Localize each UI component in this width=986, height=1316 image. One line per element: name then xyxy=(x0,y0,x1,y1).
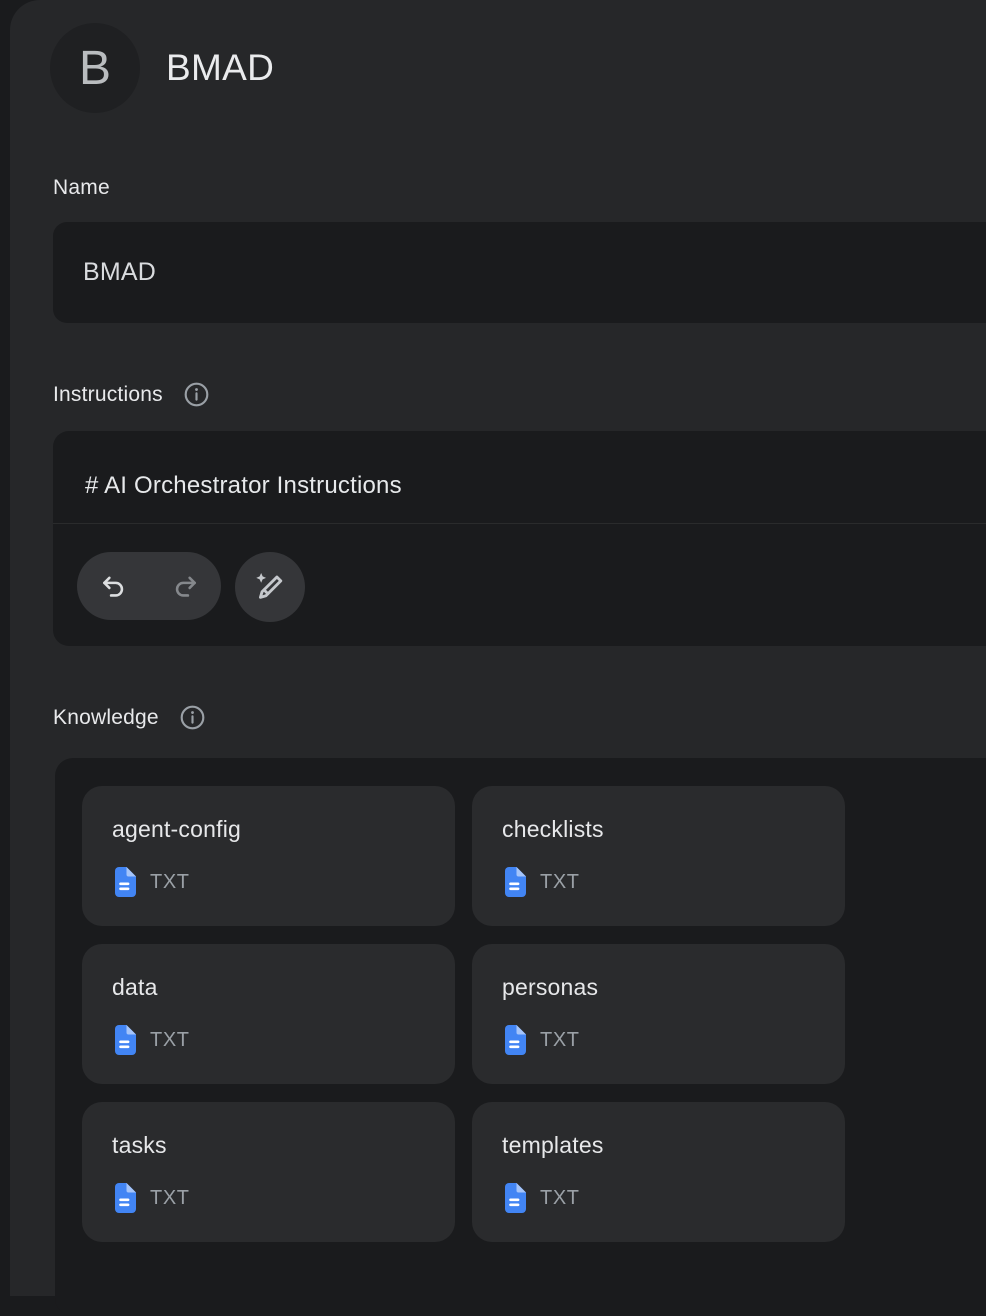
instructions-section-header: Instructions xyxy=(53,381,210,408)
file-type-badge: TXT xyxy=(150,1029,190,1052)
file-name: checklists xyxy=(502,814,825,844)
undo-icon xyxy=(99,572,128,601)
info-icon[interactable] xyxy=(183,381,210,408)
file-type-badge: TXT xyxy=(150,1187,190,1210)
file-name: data xyxy=(112,972,435,1002)
redo-icon xyxy=(171,572,200,601)
knowledge-file-card[interactable]: templates TXT xyxy=(472,1102,845,1242)
knowledge-files-panel: agent-config TXT checklists xyxy=(55,758,986,1316)
instructions-label: Instructions xyxy=(53,383,163,407)
name-input[interactable] xyxy=(53,222,986,323)
name-section-header: Name xyxy=(53,176,110,200)
magic-rewrite-icon xyxy=(252,569,288,605)
knowledge-section-header: Knowledge xyxy=(53,704,206,731)
file-type-badge: TXT xyxy=(150,871,190,894)
knowledge-file-card[interactable]: checklists TXT xyxy=(472,786,845,926)
instructions-content[interactable]: # AI Orchestrator Instructions xyxy=(85,471,976,501)
knowledge-file-card[interactable]: data TXT xyxy=(82,944,455,1084)
file-name: personas xyxy=(502,972,825,1002)
knowledge-file-card[interactable]: tasks TXT xyxy=(82,1102,455,1242)
editor-toolbar xyxy=(53,523,986,646)
file-type-badge: TXT xyxy=(540,871,580,894)
rewrite-button[interactable] xyxy=(235,552,305,622)
file-name: tasks xyxy=(112,1130,435,1160)
text-file-icon xyxy=(502,1183,526,1213)
text-file-icon xyxy=(502,1025,526,1055)
name-label: Name xyxy=(53,176,110,200)
undo-redo-group xyxy=(77,552,221,620)
knowledge-file-card[interactable]: agent-config TXT xyxy=(82,786,455,926)
file-type-badge: TXT xyxy=(540,1187,580,1210)
file-type-badge: TXT xyxy=(540,1029,580,1052)
text-file-icon xyxy=(502,867,526,897)
header: B BMAD xyxy=(50,23,274,113)
text-file-icon xyxy=(112,1025,136,1055)
text-file-icon xyxy=(112,867,136,897)
undo-button[interactable] xyxy=(77,552,149,620)
gem-editor-panel: B BMAD Name Instructions # AI Orchestrat… xyxy=(10,0,986,1296)
gem-avatar: B xyxy=(50,23,140,113)
file-name: agent-config xyxy=(112,814,435,844)
knowledge-grid: agent-config TXT checklists xyxy=(82,786,845,1242)
knowledge-file-card[interactable]: personas TXT xyxy=(472,944,845,1084)
gem-avatar-letter: B xyxy=(79,41,111,96)
text-file-icon xyxy=(112,1183,136,1213)
knowledge-label: Knowledge xyxy=(53,706,159,730)
instructions-editor[interactable]: # AI Orchestrator Instructions xyxy=(53,431,986,646)
redo-button[interactable] xyxy=(149,552,221,620)
page-title: BMAD xyxy=(166,47,274,89)
file-name: templates xyxy=(502,1130,825,1160)
info-icon[interactable] xyxy=(179,704,206,731)
